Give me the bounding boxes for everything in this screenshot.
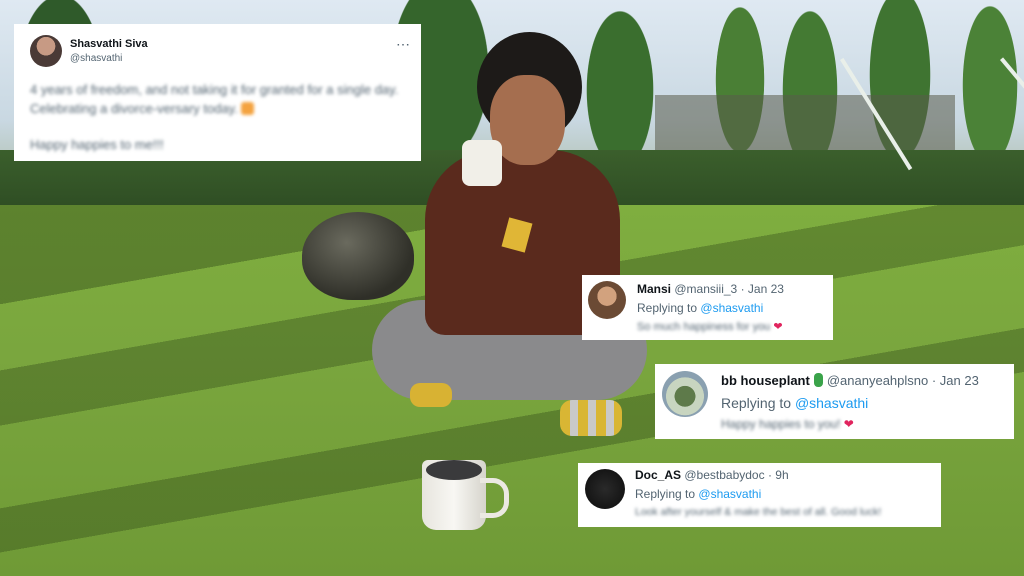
heart-icon: ❤ xyxy=(773,321,783,333)
replying-to: Replying to @shasvathi xyxy=(721,395,869,411)
held-cup xyxy=(462,140,502,186)
reply-header: Mansi @mansiii_3 · Jan 23 xyxy=(637,282,784,296)
stone-wall xyxy=(655,95,955,155)
avatar[interactable] xyxy=(585,469,625,509)
party-emoji-icon xyxy=(240,102,254,115)
tweet-text: 4 years of freedom, and not taking it fo… xyxy=(30,82,399,116)
avatar[interactable] xyxy=(588,281,626,319)
rock xyxy=(302,212,414,300)
handle[interactable]: @bestbabydoc xyxy=(684,468,764,482)
reply-header: Doc_AS @bestbabydoc · 9h xyxy=(635,468,789,482)
handle[interactable]: @shasvathi xyxy=(70,53,122,64)
main-tweet-card[interactable]: Shasvathi Siva @shasvathi ⋯ 4 years of f… xyxy=(14,24,421,161)
reply-card[interactable]: Doc_AS @bestbabydoc · 9h Replying to @sh… xyxy=(578,463,941,527)
tweet-text-line2: Happy happies to me!!! xyxy=(30,137,164,152)
timestamp[interactable]: · 9h xyxy=(768,468,789,482)
reply-card[interactable]: Mansi @mansiii_3 · Jan 23 Replying to @s… xyxy=(582,275,833,340)
timestamp[interactable]: · Jan 23 xyxy=(932,373,979,388)
mug-handle xyxy=(480,478,509,518)
replying-to: Replying to @shasvathi xyxy=(637,301,764,315)
reply-text: Look after yourself & make the best of a… xyxy=(635,506,882,518)
cactus-emoji-icon xyxy=(813,373,823,387)
more-options-icon[interactable]: ⋯ xyxy=(396,36,411,53)
mug-coffee xyxy=(426,460,482,480)
reply-text: So much happiness for you ❤ xyxy=(637,321,783,333)
sock xyxy=(410,383,452,407)
reply-card[interactable]: bb houseplant @ananyeahplsno · Jan 23 Rep… xyxy=(655,364,1014,439)
reply-text: Happy happies to you! ❤ xyxy=(721,417,854,431)
avatar[interactable] xyxy=(30,35,62,67)
replying-to: Replying to @shasvathi xyxy=(635,487,762,501)
display-name[interactable]: Shasvathi Siva xyxy=(70,38,148,50)
heart-icon: ❤ xyxy=(843,417,854,431)
display-name[interactable]: Mansi xyxy=(637,282,671,296)
handle[interactable]: @ananyeahplsno xyxy=(827,373,928,388)
reply-header: bb houseplant @ananyeahplsno · Jan 23 xyxy=(721,373,979,388)
mention-link[interactable]: @shasvathi xyxy=(698,487,761,501)
avatar[interactable] xyxy=(662,371,708,417)
display-name[interactable]: Doc_AS xyxy=(635,468,681,482)
mention-link[interactable]: @shasvathi xyxy=(795,395,868,411)
display-name[interactable]: bb houseplant xyxy=(721,373,810,388)
sock xyxy=(560,400,622,436)
mention-link[interactable]: @shasvathi xyxy=(700,301,763,315)
handle[interactable]: @mansiii_3 xyxy=(674,282,737,296)
timestamp[interactable]: · Jan 23 xyxy=(741,282,784,296)
